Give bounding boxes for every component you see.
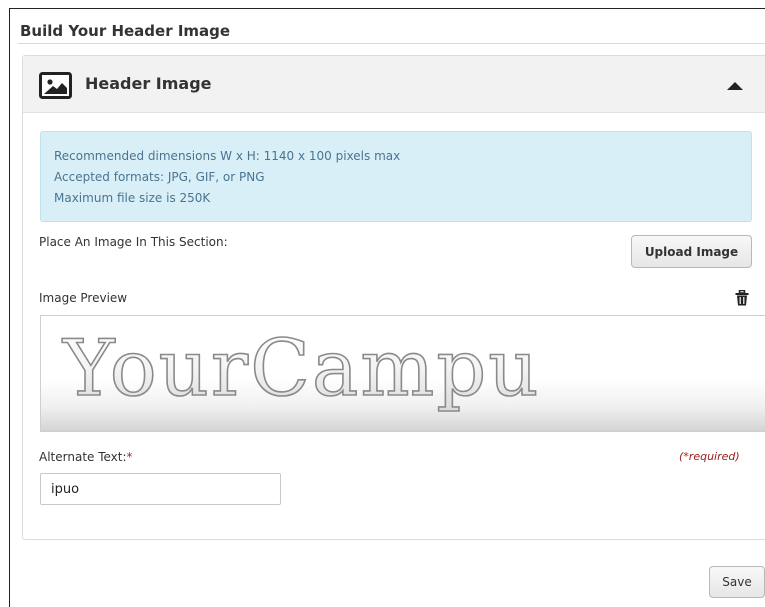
info-dimensions: Recommended dimensions W x H: 1140 x 100… bbox=[54, 149, 401, 163]
title-divider bbox=[18, 43, 765, 44]
save-area: Save bbox=[700, 566, 765, 607]
image-icon bbox=[39, 72, 72, 99]
save-button[interactable]: Save bbox=[709, 566, 765, 598]
header-image-panel: Header Image Recommended dimensions W x … bbox=[22, 55, 765, 540]
required-note: (*required) bbox=[679, 450, 740, 463]
panel-header[interactable]: Header Image bbox=[23, 56, 765, 113]
alternate-text-label: Alternate Text:* bbox=[39, 450, 133, 464]
header-image-preview: YourCampu bbox=[61, 323, 541, 415]
image-preview: YourCampu bbox=[40, 315, 765, 432]
place-image-label: Place An Image In This Section: bbox=[39, 235, 228, 249]
info-formats: Accepted formats: JPG, GIF, or PNG bbox=[54, 170, 265, 184]
alternate-text-input[interactable] bbox=[40, 473, 281, 505]
info-alert: Recommended dimensions W x H: 1140 x 100… bbox=[40, 131, 752, 222]
trash-icon[interactable] bbox=[735, 290, 749, 306]
upload-image-button[interactable]: Upload Image bbox=[631, 235, 752, 268]
page-title: Build Your Header Image bbox=[20, 22, 231, 40]
preview-wordmark: YourCampu bbox=[62, 324, 541, 414]
required-asterisk: * bbox=[126, 450, 133, 464]
panel-title: Header Image bbox=[85, 74, 212, 93]
image-preview-label: Image Preview bbox=[39, 291, 128, 305]
alternate-text-label-text: Alternate Text: bbox=[39, 450, 127, 464]
caret-up-icon[interactable] bbox=[724, 79, 746, 93]
info-file-size: Maximum file size is 250K bbox=[54, 191, 211, 205]
